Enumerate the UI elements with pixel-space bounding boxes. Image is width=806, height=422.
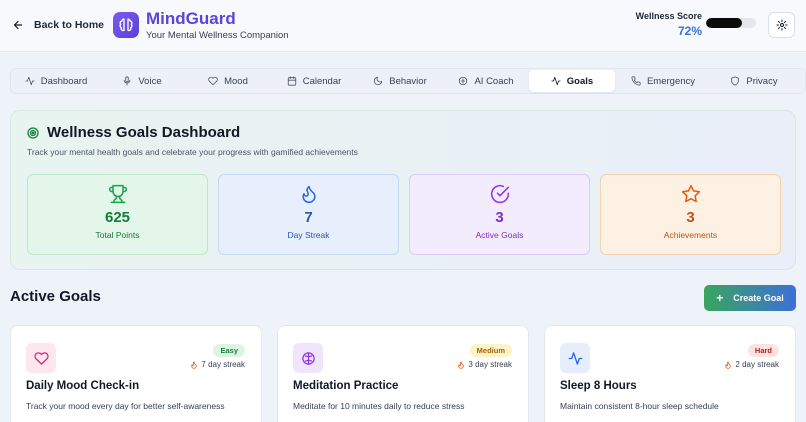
heart-icon: [26, 343, 56, 373]
streak-text: 7 day streak: [201, 360, 245, 369]
app-title: MindGuard: [146, 9, 236, 28]
heart-icon: [208, 76, 218, 86]
flame-icon: [725, 360, 732, 369]
back-label: Back to Home: [34, 19, 105, 31]
goal-description: Maintain consistent 8-hour sleep schedul…: [560, 401, 719, 411]
wellness-progress-fill: [706, 18, 742, 28]
tab-mood[interactable]: Mood: [185, 70, 271, 92]
microphone-icon: [124, 76, 131, 86]
wellness-score-value: 72%: [677, 24, 702, 38]
tab-dashboard[interactable]: Dashboard: [13, 70, 99, 92]
brain-icon: [113, 12, 139, 38]
flame-icon: [458, 360, 465, 369]
star-icon: [681, 184, 700, 203]
tab-label: Calendar: [302, 75, 342, 87]
activity-icon: [560, 343, 590, 373]
phone-icon: [631, 76, 641, 86]
goal-card-mood-check-in[interactable]: Easy 7 day streak Daily Mood Check-in Tr…: [10, 325, 262, 422]
check-circle-icon: [490, 185, 509, 204]
stat-label: Active Goals: [475, 230, 524, 240]
goal-title: Meditation Practice: [293, 380, 399, 392]
goal-card-sleep[interactable]: Hard 2 day streak Sleep 8 Hours Maintain…: [544, 325, 796, 422]
tab-label: Emergency: [646, 75, 696, 87]
back-to-home-button[interactable]: Back to Home: [12, 14, 104, 36]
target-icon: [27, 126, 39, 139]
stat-day-streak: 7 Day Streak: [218, 174, 399, 255]
shield-icon: [731, 76, 740, 86]
tab-label: Behavior: [389, 75, 427, 87]
stat-value: 625: [104, 209, 131, 226]
stat-label: Achievements: [663, 230, 718, 240]
stat-label: Total Points: [95, 230, 140, 240]
tab-ai-coach[interactable]: AI Coach: [443, 70, 529, 92]
stat-active-goals: 3 Active Goals: [409, 174, 590, 255]
goal-streak: 2 day streak: [724, 360, 779, 369]
stat-label: Day Streak: [287, 230, 330, 240]
create-goal-label: Create Goal: [733, 293, 784, 303]
tab-goals[interactable]: Goals: [529, 70, 615, 92]
main-tabs: Dashboard Voice Mood Calendar Behavior A…: [10, 68, 806, 94]
tab-behavior[interactable]: Behavior: [357, 70, 443, 92]
gear-icon: [776, 19, 787, 31]
activity-icon: [551, 76, 561, 86]
wellness-score-label: Wellness Score: [635, 11, 702, 21]
goal-description: Meditate for 10 minutes daily to reduce …: [293, 401, 465, 411]
plus-icon: +: [716, 291, 724, 305]
ai-icon: [459, 76, 468, 86]
goal-description: Track your mood every day for better sel…: [26, 401, 225, 411]
stat-total-points: 625 Total Points: [27, 174, 208, 255]
tab-label: AI Coach: [474, 75, 514, 87]
goal-streak: 7 day streak: [190, 360, 245, 369]
app-subtitle: Your Mental Wellness Companion: [146, 30, 289, 41]
arrow-left-icon: [13, 20, 23, 30]
dashboard-title-row: Wellness Goals Dashboard: [27, 124, 240, 141]
flame-icon: [191, 360, 198, 369]
tab-label: Mood: [224, 75, 248, 87]
wellness-progress-bar: [706, 18, 756, 28]
difficulty-badge: Hard: [747, 344, 779, 357]
calendar-icon: [287, 76, 296, 86]
stat-value: 3: [495, 209, 504, 226]
wellness-goals-dashboard: Wellness Goals Dashboard Track your ment…: [10, 110, 796, 270]
dashboard-subtitle: Track your mental health goals and celeb…: [27, 147, 358, 157]
trophy-icon: [108, 184, 127, 204]
active-goals-title: Active Goals: [10, 288, 101, 305]
streak-text: 2 day streak: [735, 360, 779, 369]
flame-icon: [301, 185, 316, 204]
stat-value: 3: [686, 209, 695, 226]
streak-text: 3 day streak: [468, 360, 512, 369]
tab-label: Privacy: [746, 75, 778, 87]
tab-label: Goals: [566, 75, 594, 87]
tab-label: Dashboard: [40, 75, 88, 87]
tab-privacy[interactable]: Privacy: [711, 70, 797, 92]
difficulty-badge: Medium: [469, 344, 512, 357]
goal-title: Sleep 8 Hours: [560, 380, 637, 392]
goal-card-meditation[interactable]: Medium 3 day streak Meditation Practice …: [277, 325, 529, 422]
tab-label: Voice: [138, 75, 162, 87]
difficulty-badge: Easy: [213, 344, 245, 357]
moon-icon: [374, 76, 383, 86]
app-header: Back to Home MindGuard Your Mental Welln…: [0, 0, 806, 52]
brain-icon: [293, 343, 323, 373]
create-goal-button[interactable]: + Create Goal: [704, 285, 796, 311]
settings-button[interactable]: [768, 12, 795, 38]
stat-value: 7: [304, 209, 313, 226]
stat-achievements: 3 Achievements: [600, 174, 781, 255]
tab-emergency[interactable]: Emergency: [615, 70, 711, 92]
goal-title: Daily Mood Check-in: [26, 380, 140, 392]
activity-icon: [25, 76, 35, 86]
tab-calendar[interactable]: Calendar: [271, 70, 357, 92]
dashboard-title: Wellness Goals Dashboard: [47, 124, 241, 141]
goal-streak: 3 day streak: [457, 360, 512, 369]
tab-voice[interactable]: Voice: [99, 70, 185, 92]
